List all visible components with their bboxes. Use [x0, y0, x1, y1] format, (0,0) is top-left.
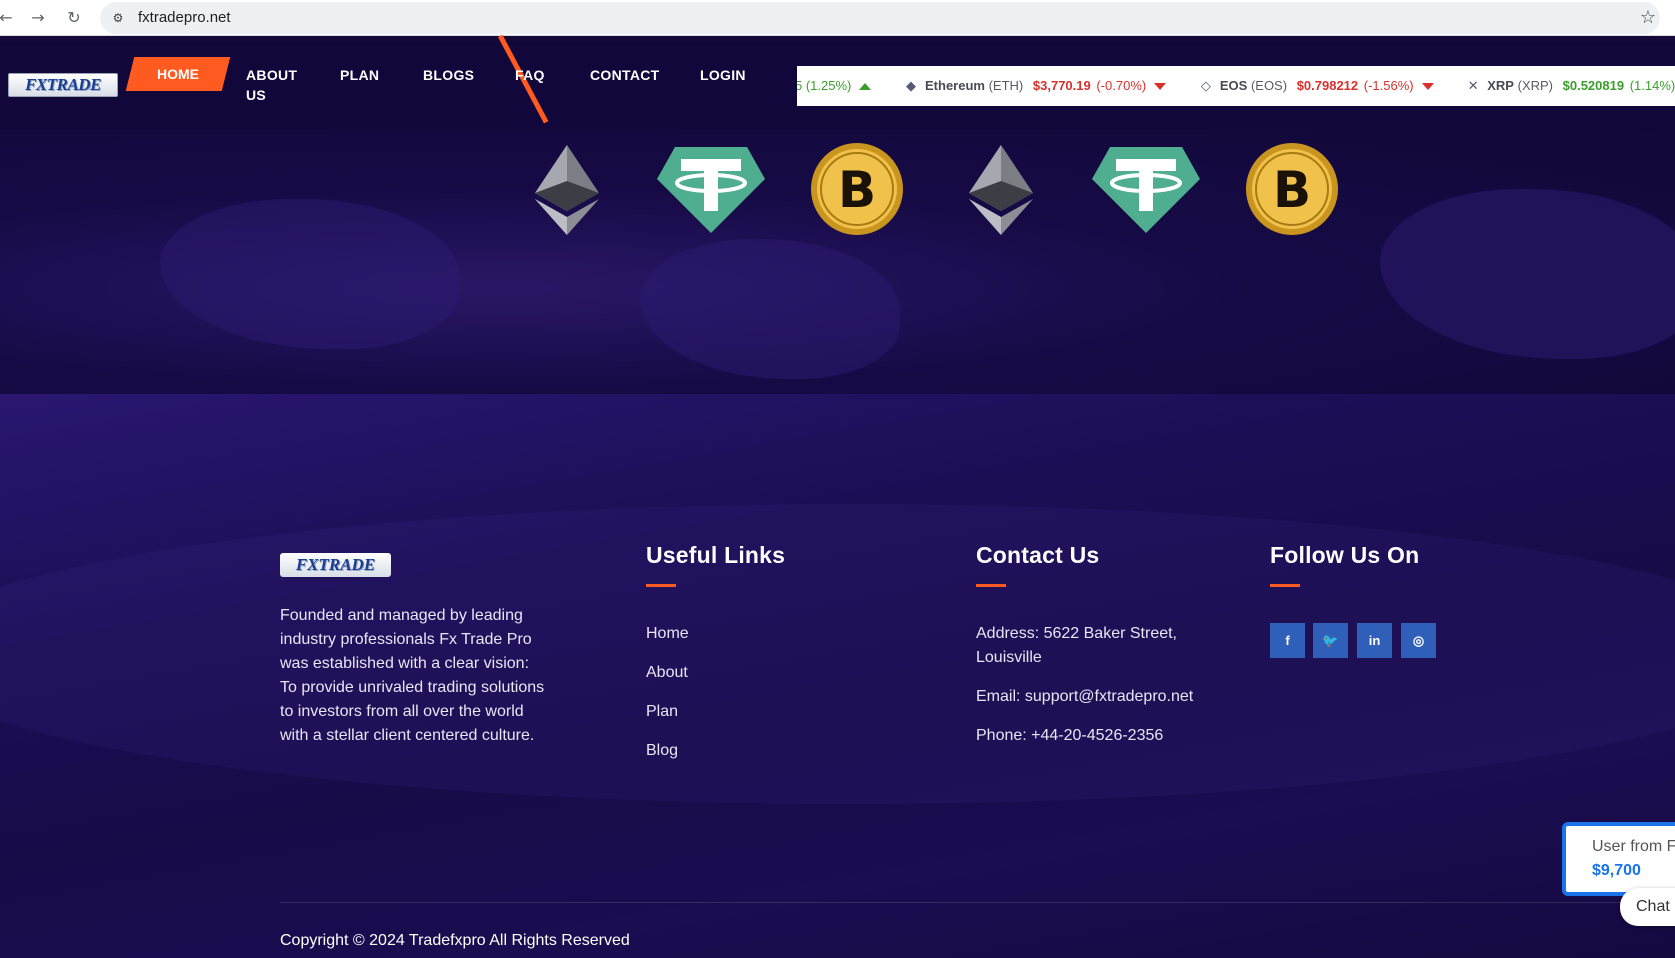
ticker-item: 5 (1.25%) — [797, 66, 872, 106]
bitcoin-icon: B — [1246, 143, 1338, 235]
world-map-shape — [1380, 189, 1675, 359]
trend-down-icon — [1154, 83, 1167, 91]
useful-links-title: Useful Links — [646, 542, 786, 568]
eos-icon: ◇ — [1200, 78, 1211, 93]
back-icon[interactable]: ← — [0, 8, 16, 28]
site-logo[interactable]: FXTRADE — [8, 73, 118, 97]
footer-link-about[interactable]: About — [646, 661, 688, 685]
bookmark-star-icon[interactable]: ☆ — [1640, 7, 1656, 28]
contact-us-title: Contact Us — [976, 542, 1100, 568]
ticker-name: Ethereum — [925, 78, 985, 93]
site-info-icon[interactable]: ⚙ — [110, 10, 126, 26]
twitter-icon[interactable]: 🐦 — [1313, 623, 1348, 658]
trend-down-icon — [1421, 83, 1434, 91]
ethereum-icon — [969, 145, 1033, 235]
ticker-name: XRP — [1487, 78, 1514, 93]
nav-login[interactable]: LOGIN — [700, 65, 746, 85]
contact-phone[interactable]: Phone: +44-20-4526-2356 — [976, 724, 1163, 748]
contact-address: Address: 5622 Baker Street, Louisville — [976, 625, 1177, 666]
ticker-symbol: (ETH) — [988, 78, 1024, 93]
ticker-price: $3,770.19 — [1032, 78, 1091, 93]
footer-divider — [280, 902, 1675, 903]
ticker-item: ◇ EOS (EOS) $0.798212 (-1.56%) — [1198, 66, 1434, 106]
world-map-shape — [160, 199, 460, 349]
ticker-price: $0.520819 — [1562, 78, 1625, 93]
crypto-hero-band: B B — [0, 129, 1675, 394]
instagram-icon[interactable]: ◎ — [1401, 623, 1436, 658]
footer-link-plan[interactable]: Plan — [646, 700, 678, 724]
contact-email[interactable]: Email: support@fxtradepro.net — [976, 685, 1193, 709]
nav-blogs[interactable]: BLOGS — [423, 65, 474, 85]
tether-icon — [1092, 147, 1200, 233]
ticker-item: ✕ XRP (XRP) $0.520819 (1.14%) — [1465, 66, 1675, 106]
site-footer: FXTRADE Founded and managed by leading i… — [0, 394, 1675, 958]
ticker-symbol: (EOS) — [1250, 78, 1288, 93]
xrp-icon: ✕ — [1467, 78, 1479, 93]
tether-icon — [657, 147, 765, 233]
nav-plan[interactable]: PLAN — [340, 65, 379, 85]
follow-us-title: Follow Us On — [1270, 542, 1420, 568]
nav-faq[interactable]: FAQ — [515, 65, 545, 85]
copyright-text: Copyright © 2024 Tradefxpro All Rights R… — [280, 932, 630, 949]
facebook-icon[interactable]: f — [1270, 623, 1305, 658]
svg-text:B: B — [1273, 161, 1311, 219]
reload-icon[interactable]: ↻ — [64, 8, 84, 28]
ticker-change: (-0.70%) — [1096, 78, 1147, 93]
ticker-change: (1.14%) — [1629, 78, 1675, 93]
footer-link-blog[interactable]: Blog — [646, 739, 678, 763]
notification-amount: $9,700 — [1592, 862, 1641, 879]
ticker-change: 5 (1.25%) — [797, 78, 852, 93]
notification-text: User from F — [1592, 838, 1675, 855]
ethereum-icon — [535, 145, 599, 235]
url-text[interactable]: fxtradepro.net — [138, 9, 231, 26]
world-map-shape — [640, 239, 900, 379]
ethereum-icon: ◆ — [906, 78, 916, 93]
nav-about[interactable]: ABOUT US — [246, 65, 298, 105]
deposit-notification-popup[interactable]: User from F $9,700 — [1562, 822, 1675, 896]
nav-home-label: HOME — [157, 66, 199, 82]
ticker-change: (-1.56%) — [1363, 78, 1414, 93]
ticker-price: $0.798212 — [1296, 78, 1359, 93]
ticker-symbol: (XRP) — [1517, 78, 1553, 93]
linkedin-icon[interactable]: in — [1357, 623, 1392, 658]
bitcoin-icon: B — [811, 143, 903, 235]
address-bar[interactable]: ⚙ fxtradepro.net ☆ — [100, 2, 1660, 34]
title-underline — [646, 584, 676, 587]
svg-text:B: B — [838, 161, 876, 219]
browser-toolbar: ← → ↻ ⚙ fxtradepro.net ☆ — [0, 0, 1675, 36]
crypto-ticker: 5 (1.25%) ◆ Ethereum (ETH) $3,770.19 (-0.… — [797, 66, 1675, 106]
footer-link-home[interactable]: Home — [646, 622, 689, 646]
title-underline — [976, 584, 1006, 587]
footer-about-text: Founded and managed by leading industry … — [280, 607, 545, 744]
trend-up-icon — [859, 83, 872, 91]
chat-button[interactable]: Chat — [1620, 888, 1675, 926]
nav-home[interactable]: HOME — [125, 57, 231, 91]
forward-icon[interactable]: → — [28, 8, 48, 28]
ticker-item: ◆ Ethereum (ETH) $3,770.19 (-0.70%) — [903, 66, 1167, 106]
ticker-name: EOS — [1219, 78, 1248, 93]
footer-logo[interactable]: FXTRADE — [280, 553, 391, 577]
title-underline — [1270, 584, 1300, 587]
nav-contact[interactable]: CONTACT — [590, 65, 660, 85]
